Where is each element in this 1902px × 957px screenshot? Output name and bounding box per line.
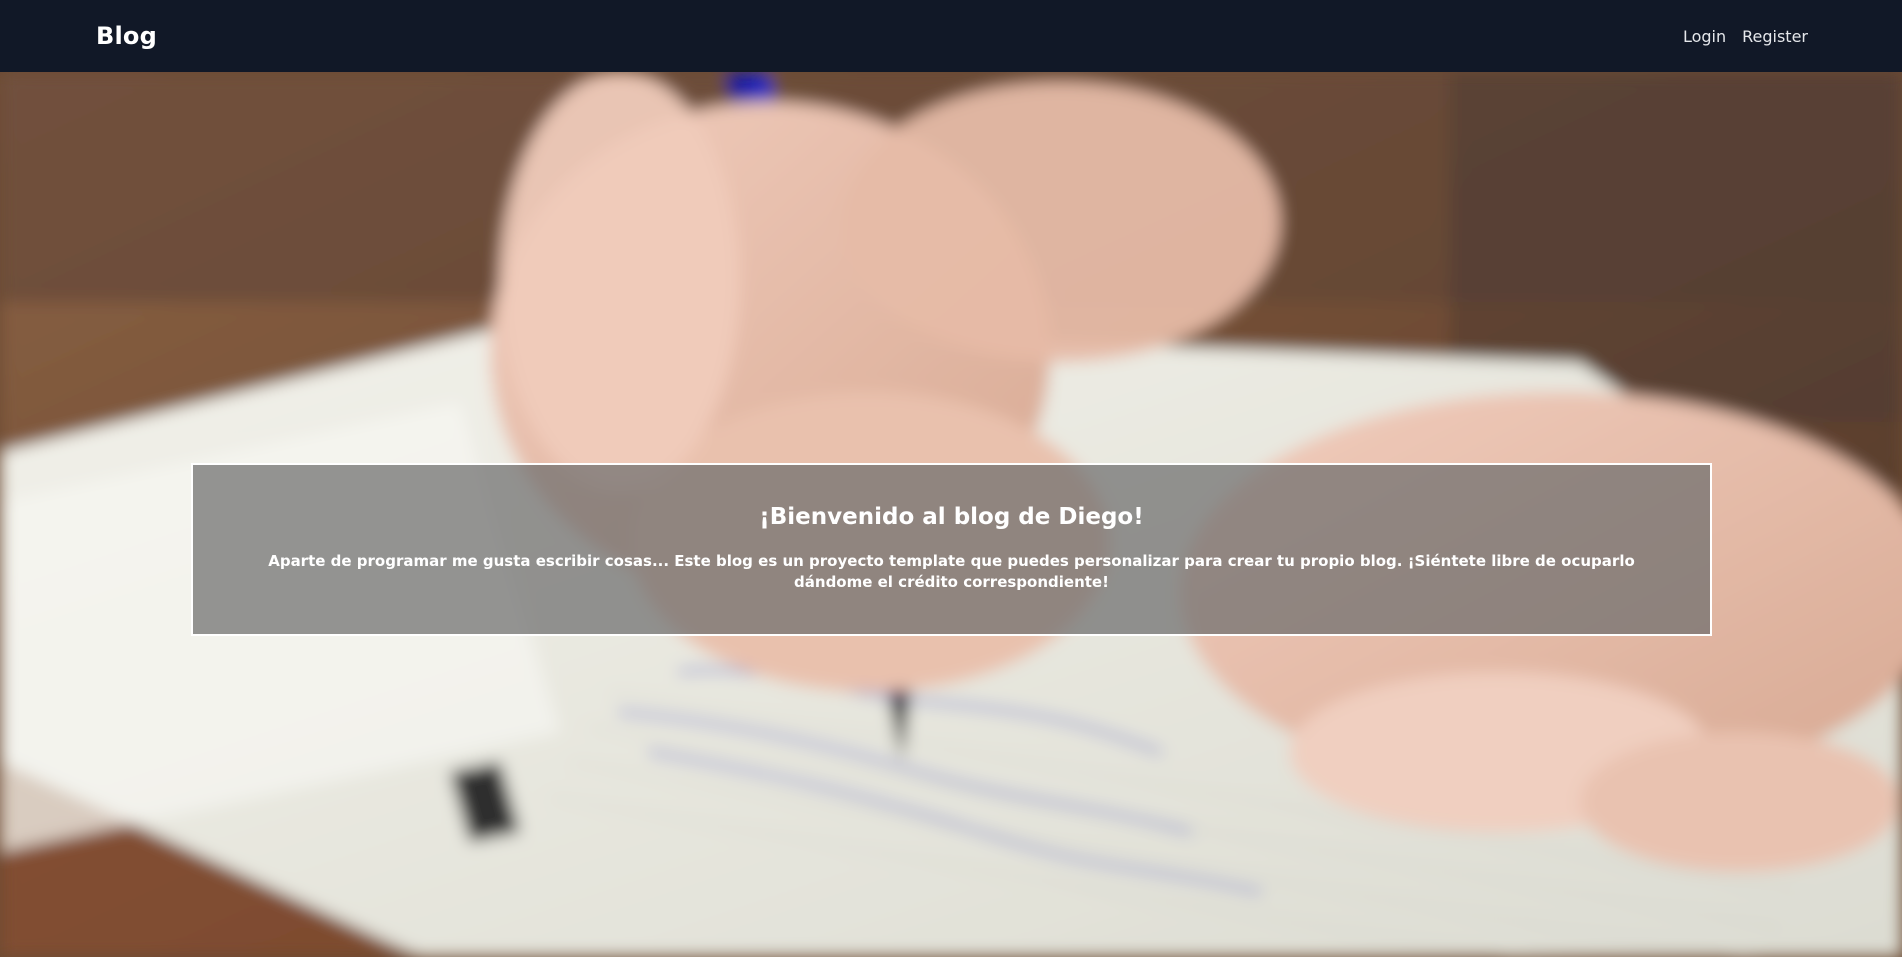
- welcome-card: ¡Bienvenido al blog de Diego! Aparte de …: [191, 463, 1712, 636]
- welcome-description: Aparte de programar me gusta escribir co…: [268, 552, 1635, 591]
- brand-link[interactable]: Blog: [96, 22, 157, 50]
- login-link[interactable]: Login: [1683, 27, 1726, 46]
- top-navbar: Blog Login Register: [0, 0, 1902, 72]
- auth-nav: Login Register: [1683, 27, 1808, 46]
- welcome-title: ¡Bienvenido al blog de Diego!: [759, 504, 1144, 530]
- register-link[interactable]: Register: [1742, 27, 1808, 46]
- hero-section: ¡Bienvenido al blog de Diego! Aparte de …: [0, 72, 1902, 957]
